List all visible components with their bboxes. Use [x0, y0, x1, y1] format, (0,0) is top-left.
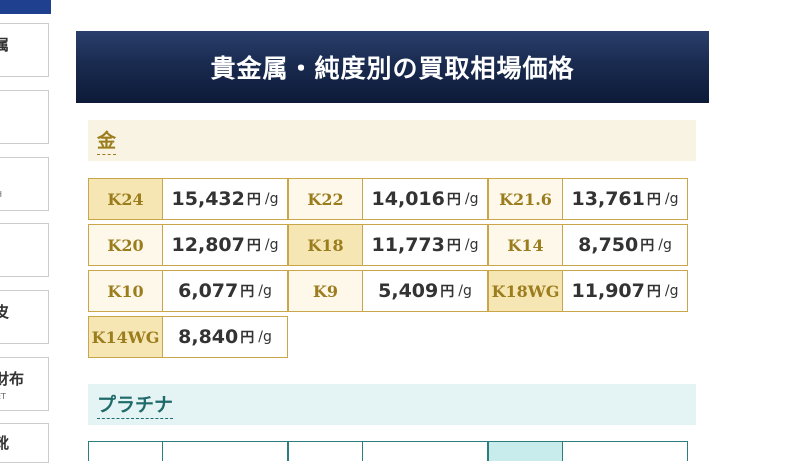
- price-unit: 円: [240, 284, 255, 300]
- price-cell-k10: K10 6,077 円/g: [88, 270, 288, 312]
- grade-label: K22: [288, 178, 363, 220]
- page-title-banner: 貴金属・純度別の買取相場価格: [76, 31, 709, 103]
- platinum-section-heading: プラチナ: [88, 384, 696, 425]
- price-per: /g: [264, 191, 279, 207]
- price-number: 5,409: [378, 280, 439, 302]
- price-per: /g: [658, 237, 672, 253]
- price-value: 6,077 円/g: [163, 270, 288, 312]
- page-title: 貴金属・純度別の買取相場価格: [210, 54, 575, 83]
- price-unit: 円: [646, 192, 661, 208]
- price-per: /g: [464, 191, 479, 207]
- price-number: 14,016: [371, 188, 445, 210]
- sidebar-item-label: 属: [0, 34, 9, 55]
- price-value: 14,016 円/g: [363, 178, 488, 220]
- sidebar-item-4[interactable]: [0, 223, 49, 277]
- grade-label: K14: [488, 224, 563, 266]
- price-per: /g: [664, 283, 679, 299]
- platinum-grade-cell: [88, 441, 163, 461]
- grade-label: K21.6: [488, 178, 563, 220]
- sidebar-item-1[interactable]: 属: [0, 23, 49, 77]
- sidebar-item-3[interactable]: H: [0, 157, 49, 211]
- price-cell-k24: K24 15,432 円/g: [88, 178, 288, 220]
- price-value: 8,840 円/g: [163, 316, 288, 358]
- sidebar-item-7[interactable]: 靴: [0, 423, 49, 463]
- price-per: /g: [264, 237, 279, 253]
- grade-label: K9: [288, 270, 363, 312]
- price-cell-k18: K18 11,773 円/g: [288, 224, 488, 266]
- table-row: K24 15,432 円/g K22 14,016 円/g K21.6 13,761…: [88, 178, 688, 220]
- sidebar-item-sublabel: H: [0, 190, 2, 199]
- price-unit: 円: [446, 192, 461, 208]
- sidebar-active-item[interactable]: [0, 0, 51, 14]
- grade-label: K18WG: [488, 270, 563, 312]
- grade-label: K18: [288, 224, 363, 266]
- table-row: K20 12,807 円/g K18 11,773 円/g K14 8,750 円/g: [88, 224, 688, 266]
- price-value: 5,409 円/g: [363, 270, 488, 312]
- sidebar-item-5[interactable]: 皮: [0, 290, 49, 344]
- price-number: 6,077: [178, 280, 239, 302]
- price-value: 11,773 円/g: [363, 224, 488, 266]
- price-cell-k21-6: K21.6 13,761 円/g: [488, 178, 688, 220]
- sidebar: 属 H 皮 財布 ET 靴: [0, 0, 51, 463]
- platinum-price-cell: [363, 441, 488, 461]
- price-value: 12,807 円/g: [163, 224, 288, 266]
- price-per: /g: [464, 237, 479, 253]
- sidebar-item-label: 靴: [0, 432, 9, 453]
- table-row: K14WG 8,840 円/g: [88, 316, 688, 358]
- price-cell-k18wg: K18WG 11,907 円/g: [488, 270, 688, 312]
- price-unit: 円: [640, 238, 655, 254]
- sidebar-item-label: 皮: [0, 301, 9, 322]
- grade-label: K24: [88, 178, 163, 220]
- price-value: 11,907 円/g: [563, 270, 688, 312]
- gold-heading-text: 金: [97, 126, 117, 155]
- platinum-price-cell: [563, 441, 688, 461]
- sidebar-item-sublabel: ET: [0, 392, 6, 401]
- grade-label: K20: [88, 224, 163, 266]
- price-cell-k14wg: K14WG 8,840 円/g: [88, 316, 288, 358]
- platinum-price-cell: [163, 441, 288, 461]
- price-value: 15,432 円/g: [163, 178, 288, 220]
- price-per: /g: [664, 191, 679, 207]
- sidebar-item-6[interactable]: 財布 ET: [0, 357, 49, 411]
- gold-price-table: K24 15,432 円/g K22 14,016 円/g K21.6 13,761…: [88, 178, 688, 362]
- platinum-grade-cell: [288, 441, 363, 461]
- price-per: /g: [458, 283, 472, 299]
- price-cell-k9: K9 5,409 円/g: [288, 270, 488, 312]
- sidebar-item-label: 財布: [0, 370, 25, 388]
- price-cell-k14: K14 8,750 円/g: [488, 224, 688, 266]
- price-number: 15,432: [171, 188, 245, 210]
- platinum-heading-text: プラチナ: [97, 390, 174, 419]
- price-per: /g: [258, 329, 272, 345]
- grade-label: K14WG: [88, 316, 163, 358]
- sidebar-item-2[interactable]: [0, 90, 49, 144]
- price-value: 13,761 円/g: [563, 178, 688, 220]
- price-unit: 円: [240, 330, 255, 346]
- price-cell-k22: K22 14,016 円/g: [288, 178, 488, 220]
- platinum-price-table: [88, 441, 688, 461]
- price-number: 8,840: [178, 326, 239, 348]
- price-unit: 円: [446, 238, 461, 254]
- grade-label: K10: [88, 270, 163, 312]
- price-unit: 円: [246, 238, 261, 254]
- price-number: 13,761: [571, 188, 645, 210]
- price-unit: 円: [646, 284, 661, 300]
- price-unit: 円: [440, 284, 455, 300]
- price-value: 8,750 円/g: [563, 224, 688, 266]
- price-cell-k20: K20 12,807 円/g: [88, 224, 288, 266]
- platinum-grade-cell: [488, 441, 563, 461]
- price-unit: 円: [246, 192, 261, 208]
- price-number: 8,750: [578, 234, 639, 256]
- price-per: /g: [258, 283, 272, 299]
- table-row: K10 6,077 円/g K9 5,409 円/g K18WG 11,907 円/g: [88, 270, 688, 312]
- price-number: 11,773: [371, 234, 445, 256]
- price-number: 12,807: [171, 234, 245, 256]
- price-number: 11,907: [571, 280, 645, 302]
- gold-section-heading: 金: [88, 120, 696, 161]
